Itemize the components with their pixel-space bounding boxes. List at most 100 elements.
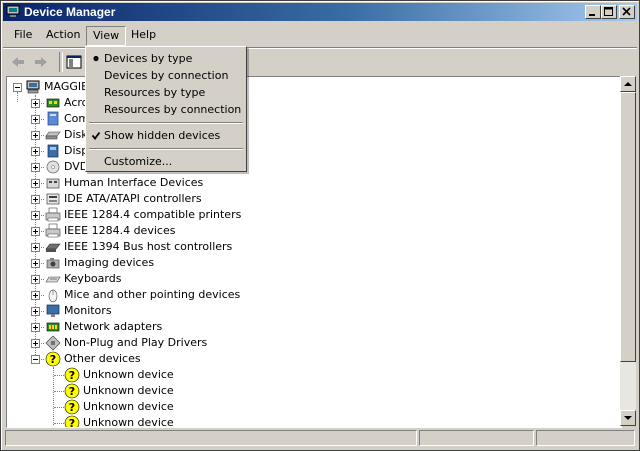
up-arrow-icon — [624, 82, 632, 86]
tree-device-label: Unknown device — [83, 416, 174, 428]
tree-collapse-toggle[interactable] — [31, 355, 40, 364]
menu-action[interactable]: Action — [40, 26, 86, 44]
vertical-scrollbar[interactable] — [620, 76, 636, 426]
network-adapter-icon — [46, 322, 60, 332]
computer-icon — [26, 80, 40, 94]
close-icon — [622, 7, 631, 16]
tree-category-label: Mice and other pointing devices — [64, 288, 241, 301]
tree-expand-toggle[interactable] — [31, 291, 40, 300]
unknown-device-icon: ? — [64, 399, 80, 415]
tree-line — [54, 375, 64, 376]
down-arrow-icon — [624, 416, 632, 420]
tree-expand-toggle[interactable] — [31, 259, 40, 268]
chip-icon — [46, 98, 60, 108]
keyboard-icon — [45, 276, 61, 283]
status-bar — [3, 429, 637, 448]
menu-item-label: Resources by connection — [104, 103, 242, 116]
printer-icon — [45, 223, 61, 238]
title-bar[interactable]: Device Manager — [3, 3, 637, 21]
tree-category-label: Imaging devices — [64, 256, 155, 269]
mouse-icon — [48, 289, 58, 303]
tree-expand-toggle[interactable] — [31, 323, 40, 332]
svg-text:?: ? — [69, 369, 75, 382]
maximize-button[interactable] — [601, 5, 617, 19]
menu-separator — [89, 148, 243, 150]
unknown-device-icon: ? — [64, 415, 80, 428]
printer-icon — [45, 207, 61, 222]
status-panel-main — [5, 430, 417, 446]
tree-category-label: IDE ATA/ATAPI controllers — [64, 192, 202, 205]
menu-item-resources-by-type[interactable]: Resources by type — [88, 84, 244, 101]
menu-file[interactable]: File — [8, 26, 38, 44]
tree-expand-toggle[interactable] — [31, 179, 40, 188]
menu-view[interactable]: View — [86, 26, 127, 46]
display-adapter-icon — [47, 144, 59, 158]
unknown-device-icon: ? — [64, 383, 80, 399]
back-arrow-icon[interactable] — [9, 53, 27, 71]
menu-help[interactable]: Help — [125, 26, 162, 44]
minimize-button[interactable] — [585, 5, 601, 19]
dvd-drive-icon — [46, 160, 60, 174]
unknown-device-icon: ? — [64, 367, 80, 383]
menu-item-devices-by-connection[interactable]: Devices by connection — [88, 67, 244, 84]
menu-item-label: Customize... — [104, 155, 173, 168]
menu-separator — [89, 122, 243, 124]
tree-expand-toggle[interactable] — [31, 115, 40, 124]
driver-icon — [45, 335, 61, 351]
tree-category-label: Human Interface Devices — [64, 176, 204, 189]
tree-device-label: Unknown device — [83, 400, 174, 413]
svg-text:?: ? — [69, 417, 75, 428]
menu-item-devices-by-type[interactable]: Devices by type — [88, 50, 244, 67]
console-tree-icon[interactable] — [65, 53, 83, 71]
hid-icon — [46, 178, 60, 189]
tree-line — [17, 92, 18, 102]
menu-item-customize[interactable]: Customize... — [88, 153, 244, 170]
tree-expand-toggle[interactable] — [31, 275, 40, 284]
menu-item-resources-by-connection[interactable]: Resources by connection — [88, 101, 244, 118]
tree-expand-toggle[interactable] — [31, 243, 40, 252]
tree-expand-toggle[interactable] — [31, 163, 40, 172]
tree-expand-toggle[interactable] — [31, 211, 40, 220]
tree-expand-toggle[interactable] — [31, 131, 40, 140]
tree-device-label: Unknown device — [83, 368, 174, 381]
svg-text:?: ? — [69, 401, 75, 414]
maximize-icon — [604, 7, 613, 16]
forward-arrow-icon[interactable] — [32, 53, 50, 71]
tree-category-label: Keyboards — [64, 272, 122, 285]
ide-controller-icon — [46, 193, 60, 205]
tree-category-label: Monitors — [64, 304, 112, 317]
scroll-thumb[interactable] — [620, 92, 636, 362]
tree-line — [54, 391, 64, 392]
menu-item-label: Resources by type — [104, 86, 206, 99]
tree-category-label: Other devices — [64, 352, 141, 365]
bus-controller-icon — [45, 243, 61, 252]
disk-drive-icon — [45, 131, 61, 140]
close-button[interactable] — [619, 5, 635, 19]
svg-text:?: ? — [69, 385, 75, 398]
tree-category-label: IEEE 1394 Bus host controllers — [64, 240, 233, 253]
status-panel-3 — [536, 430, 635, 446]
tree-expand-toggle[interactable] — [31, 147, 40, 156]
minimize-icon — [589, 14, 595, 16]
tree-expand-toggle[interactable] — [31, 99, 40, 108]
tree-category-label: Network adapters — [64, 320, 163, 333]
menu-bar: File Action View Help — [3, 23, 637, 48]
tree-line — [54, 407, 64, 408]
device-manager-icon — [6, 5, 20, 17]
tree-root-label: MAGGIE — [44, 80, 89, 93]
tree-category-label: IEEE 1284.4 compatible printers — [64, 208, 242, 221]
radio-bullet-icon — [93, 55, 99, 62]
tree-expand-toggle[interactable] — [31, 195, 40, 204]
tree-expand-toggle[interactable] — [31, 227, 40, 236]
checkmark-icon — [91, 131, 101, 140]
tree-expand-toggle[interactable] — [31, 307, 40, 316]
menu-item-show-hidden-devices[interactable]: Show hidden devices — [88, 127, 244, 144]
scroll-up-button[interactable] — [620, 76, 636, 92]
toolbar-separator — [59, 52, 63, 72]
scroll-down-button[interactable] — [620, 410, 636, 426]
tree-line — [54, 423, 64, 424]
view-menu-dropdown: Devices by type Devices by connection Re… — [85, 46, 247, 172]
window-title: Device Manager — [24, 5, 116, 19]
tree-collapse-toggle[interactable] — [13, 83, 22, 92]
tree-expand-toggle[interactable] — [31, 339, 40, 348]
